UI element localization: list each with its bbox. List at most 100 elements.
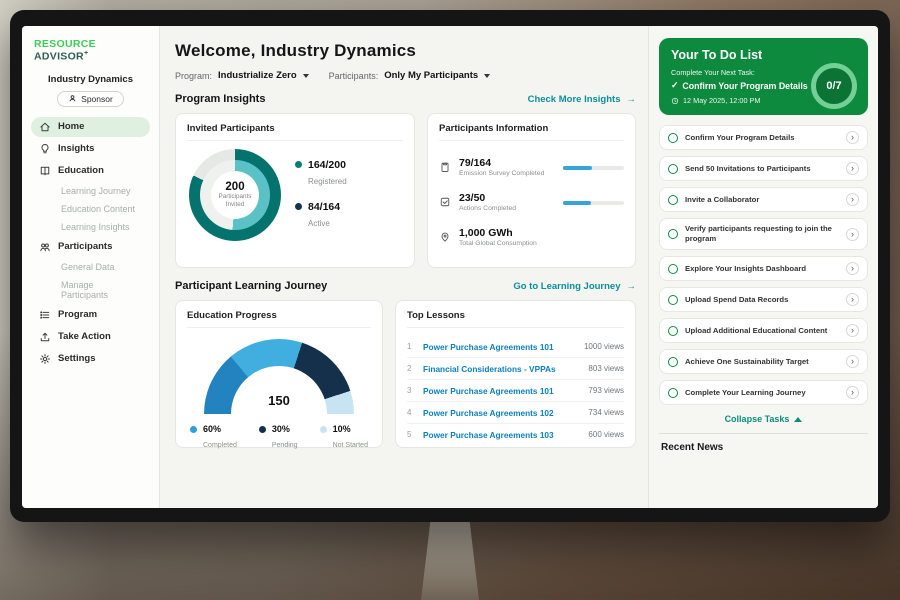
legend-label: Pending <box>272 442 298 449</box>
info-row-consumption: 1,000 GWh Total Global Consumption <box>439 219 624 254</box>
lesson-link[interactable]: Financial Considerations - VPPAs <box>423 364 580 374</box>
task-item-invite-collaborator[interactable]: Invite a Collaborator › <box>659 187 868 212</box>
task-label: Upload Additional Educational Content <box>685 326 839 336</box>
sidebar-item-general-data[interactable]: General Data <box>31 259 150 275</box>
legend-dot <box>190 426 197 433</box>
task-checkbox[interactable] <box>668 326 678 336</box>
main-content: Welcome, Industry Dynamics Program: Indu… <box>160 26 648 508</box>
top-lessons-card: Top Lessons 1 Power Purchase Agreements … <box>395 300 636 448</box>
sidebar-item-label: Education <box>58 165 104 176</box>
donut-center-value: 200 <box>225 181 244 193</box>
lesson-link[interactable]: Power Purchase Agreements 103 <box>423 430 580 440</box>
chevron-down-icon <box>303 74 309 78</box>
go-to-learning-journey-link[interactable]: Go to Learning Journey → <box>513 281 636 292</box>
task-item-complete-learning-journey[interactable]: Complete Your Learning Journey › <box>659 380 868 405</box>
lesson-link[interactable]: Power Purchase Agreements 102 <box>423 408 580 418</box>
legend-item-not-started: 10% Not Started <box>320 424 368 452</box>
task-checkbox[interactable] <box>668 295 678 305</box>
lesson-rank: 5 <box>407 430 415 439</box>
education-progress-card: Education Progress 150 Participants <box>175 300 383 448</box>
sidebar-item-take-action[interactable]: Take Action <box>31 327 150 347</box>
task-item-achieve-target[interactable]: Achieve One Sustainability Target › <box>659 349 868 374</box>
chevron-right-icon[interactable]: › <box>846 355 859 368</box>
actions-progress-bar <box>563 201 624 205</box>
program-insights-header: Program Insights Check More Insights → <box>175 93 636 105</box>
invited-participants-card: Invited Participants 200 Participants In… <box>175 113 415 268</box>
clock-icon <box>671 97 679 105</box>
sidebar-item-manage-participants[interactable]: Manage Participants <box>31 277 150 303</box>
task-item-explore-insights[interactable]: Explore Your Insights Dashboard › <box>659 256 868 281</box>
task-checkbox[interactable] <box>668 264 678 274</box>
info-label: Emission Survey Completed <box>459 170 555 177</box>
todo-summary-card: Your To Do List Complete Your Next Task:… <box>659 38 868 115</box>
org-name: Industry Dynamics <box>31 74 150 85</box>
program-filter[interactable]: Program: Industrialize Zero <box>175 70 309 81</box>
task-item-verify-participants[interactable]: Verify participants requesting to join t… <box>659 218 868 250</box>
sidebar-item-label: Home <box>58 121 84 132</box>
task-checkbox[interactable] <box>668 133 678 143</box>
task-item-confirm-program[interactable]: Confirm Your Program Details › <box>659 125 868 150</box>
check-icon: ✓ <box>671 80 678 91</box>
link-label: Check More Insights <box>528 94 621 105</box>
gear-icon <box>39 353 51 365</box>
participants-filter[interactable]: Participants: Only My Participants <box>329 70 491 81</box>
sidebar-item-label: Learning Insights <box>61 222 130 232</box>
sidebar-item-settings[interactable]: Settings <box>31 349 150 369</box>
sidebar-item-program[interactable]: Program <box>31 305 150 325</box>
sidebar-item-label: Program <box>58 309 97 320</box>
legend-label: Active <box>308 219 330 228</box>
legend-label: Not Started <box>333 442 368 449</box>
lesson-link[interactable]: Power Purchase Agreements 101 <box>423 386 580 396</box>
sponsor-badge[interactable]: Sponsor <box>57 91 124 107</box>
chevron-right-icon[interactable]: › <box>846 324 859 337</box>
person-icon <box>68 94 77 103</box>
task-checkbox[interactable] <box>668 195 678 205</box>
chevron-right-icon[interactable]: › <box>846 293 859 306</box>
arrow-right-icon: → <box>627 94 637 105</box>
lesson-link[interactable]: Power Purchase Agreements 101 <box>423 342 576 352</box>
sidebar-item-home[interactable]: Home <box>31 117 150 137</box>
info-value: 23/50 <box>459 192 555 204</box>
chevron-right-icon[interactable]: › <box>846 228 859 241</box>
chevron-right-icon[interactable]: › <box>846 386 859 399</box>
task-item-upload-spend-data[interactable]: Upload Spend Data Records › <box>659 287 868 312</box>
chevron-right-icon[interactable]: › <box>846 131 859 144</box>
chevron-right-icon[interactable]: › <box>846 262 859 275</box>
sidebar-item-label: Manage Participants <box>61 280 142 300</box>
check-more-insights-link[interactable]: Check More Insights → <box>528 94 636 105</box>
task-checkbox[interactable] <box>668 164 678 174</box>
lesson-row: 1 Power Purchase Agreements 101 1000 vie… <box>407 336 624 358</box>
card-title: Invited Participants <box>187 123 403 141</box>
sidebar-item-participants[interactable]: Participants <box>31 237 150 257</box>
chevron-right-icon[interactable]: › <box>846 193 859 206</box>
sidebar-item-learning-journey[interactable]: Learning Journey <box>31 183 150 199</box>
chevron-right-icon[interactable]: › <box>846 162 859 175</box>
book-icon <box>39 165 51 177</box>
todo-title: Your To Do List <box>671 48 856 62</box>
task-checkbox[interactable] <box>668 357 678 367</box>
people-icon <box>39 241 51 253</box>
legend-value: 60% <box>203 424 237 434</box>
participants-filter-value: Only My Participants <box>384 70 478 81</box>
education-gauge-chart: 150 Participants <box>204 339 354 415</box>
sidebar-item-learning-insights[interactable]: Learning Insights <box>31 219 150 235</box>
logo-primary: RESOURCE <box>34 38 96 50</box>
task-checkbox[interactable] <box>668 388 678 398</box>
lesson-rank: 1 <box>407 342 415 351</box>
photo-background: RESOURCE ADVISOR+ Industry Dynamics Spon… <box>0 0 900 600</box>
chevron-down-icon <box>484 74 490 78</box>
task-item-upload-educational-content[interactable]: Upload Additional Educational Content › <box>659 318 868 343</box>
task-list: Confirm Your Program Details › Send 50 I… <box>659 125 868 405</box>
info-label: Actions Completed <box>459 205 555 212</box>
legend-item-registered: 164/200 Registered <box>295 159 347 189</box>
collapse-tasks-button[interactable]: Collapse Tasks <box>659 414 868 424</box>
donut-center: 200 Participants Invited <box>211 171 259 219</box>
legend-value: 84/164 <box>308 201 340 213</box>
task-checkbox[interactable] <box>668 229 678 239</box>
sidebar-item-label: Settings <box>58 353 95 364</box>
sidebar-item-education[interactable]: Education <box>31 161 150 181</box>
sidebar-item-insights[interactable]: Insights <box>31 139 150 159</box>
card-title: Top Lessons <box>407 310 624 328</box>
sidebar-item-education-content[interactable]: Education Content <box>31 201 150 217</box>
task-item-send-invitations[interactable]: Send 50 Invitations to Participants › <box>659 156 868 181</box>
